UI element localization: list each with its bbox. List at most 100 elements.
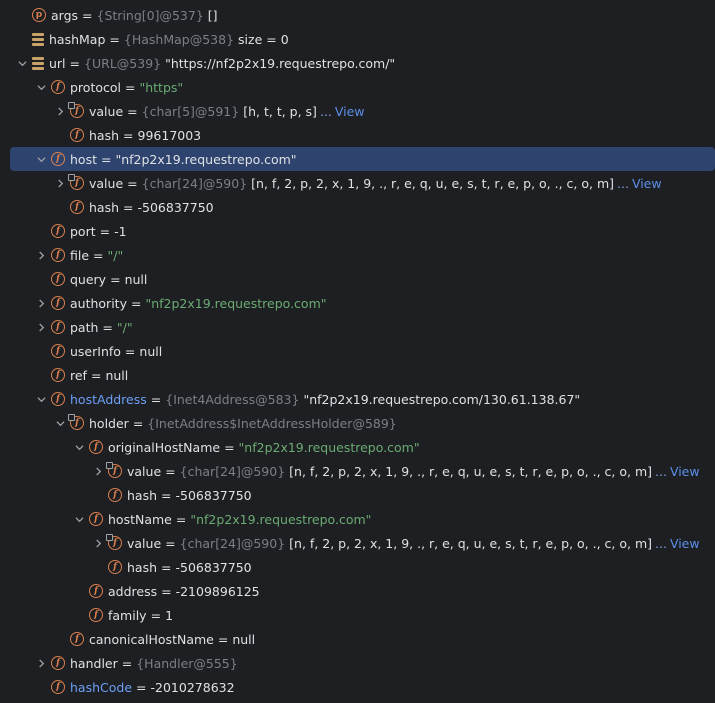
chevron-right-icon[interactable] — [33, 655, 49, 671]
tree-row-port[interactable]: f port = -1 — [0, 219, 715, 243]
chevron-right-icon[interactable] — [52, 175, 68, 191]
field-icon: f — [51, 344, 65, 358]
arrow-spacer — [33, 223, 49, 239]
tree-row-protocol-value[interactable]: f value = {char[5]@591} [h, t, t, p, s]... Vi… — [0, 99, 715, 123]
equals-sign: = — [150, 391, 162, 407]
equals-sign: = — [132, 415, 144, 431]
tree-row-host-value[interactable]: f value = {char[24]@590} [n, f, 2, p, 2, x, … — [0, 171, 715, 195]
field-name: hashCode — [70, 679, 133, 695]
field-name: hash — [127, 559, 158, 575]
view-link[interactable]: View — [632, 176, 662, 191]
field-icon: f — [51, 272, 65, 286]
field-name: hostName — [108, 511, 172, 527]
field-icon: f — [51, 656, 65, 670]
arrow-spacer — [33, 271, 49, 287]
private-field-icon: f — [106, 462, 122, 478]
chevron-down-icon[interactable] — [33, 151, 49, 167]
field-name: canonicalHostName — [89, 631, 214, 647]
field-value: null — [139, 343, 163, 359]
arrow-spacer — [90, 559, 106, 575]
tree-row-ref[interactable]: f ref = null — [0, 363, 715, 387]
variable-icon — [32, 56, 44, 70]
tree-row-family[interactable]: f family = 1 — [0, 603, 715, 627]
view-link[interactable]: View — [670, 536, 700, 551]
field-name: value — [127, 535, 162, 551]
type-label: {InetAddress$InetAddressHolder@589} — [147, 415, 397, 431]
chevron-right-icon[interactable] — [33, 247, 49, 263]
tree-row-hn-value[interactable]: f value = {char[24]@590} [n, f, 2, p, 2, x, … — [0, 531, 715, 555]
tree-row-holder[interactable]: f holder = {InetAddress$InetAddressHolder@5… — [0, 411, 715, 435]
chevron-down-icon[interactable] — [71, 439, 87, 455]
tree-row-hostName[interactable]: f hostName = "nf2p2x19.requestrepo.com" — [0, 507, 715, 531]
tree-row-hashMap[interactable]: hashMap = {HashMap@538} size = 0 — [0, 27, 715, 51]
arrow-spacer — [33, 367, 49, 383]
arrow-spacer — [71, 583, 87, 599]
tree-row-address[interactable]: f address = -2109896125 — [0, 579, 715, 603]
equals-sign: = — [109, 31, 120, 47]
tree-row-canonicalHostName[interactable]: f canonicalHostName = null — [0, 627, 715, 651]
arrow-spacer — [33, 343, 49, 359]
field-value: [n, f, 2, p, 2, x, 1, 9, ., r, e, q, u, … — [289, 535, 653, 551]
chevron-down-icon[interactable] — [14, 55, 30, 71]
equals-sign: = — [130, 295, 142, 311]
tree-row-ohn-hash[interactable]: f hash = -506837750 — [0, 483, 715, 507]
field-name: userInfo — [70, 343, 121, 359]
field-name: hash — [89, 127, 120, 143]
tree-row-handler[interactable]: f handler = {Handler@555} — [0, 651, 715, 675]
field-name: value — [127, 463, 162, 479]
tree-row-file[interactable]: f file = "/" — [0, 243, 715, 267]
chevron-right-icon[interactable] — [33, 295, 49, 311]
tree-row-query[interactable]: f query = null — [0, 267, 715, 291]
field-name: hash — [89, 199, 120, 215]
chevron-right-icon[interactable] — [33, 319, 49, 335]
equals-sign: = — [217, 631, 229, 647]
type-label: {char[24]@590} — [141, 175, 248, 191]
tree-row-hn-hash[interactable]: f hash = -506837750 — [0, 555, 715, 579]
type-label: {URL@539} — [84, 55, 162, 71]
tree-row-host[interactable]: f host = "nf2p2x19.requestrepo.com" — [10, 147, 715, 171]
chevron-down-icon[interactable] — [71, 511, 87, 527]
equals-sign: = — [69, 55, 81, 71]
field-icon: f — [89, 440, 103, 454]
field-name: authority — [70, 295, 127, 311]
tree-row-userInfo[interactable]: f userInfo = null — [0, 339, 715, 363]
field-name: port — [70, 223, 96, 239]
tree-row-hostAddress[interactable]: f hostAddress = {Inet4Address@583} "nf2p2x19… — [0, 387, 715, 411]
ellipsis: ... — [319, 103, 332, 119]
field-value: "nf2p2x19.requestrepo.com" — [190, 511, 372, 527]
tree-row-hashCode[interactable]: f hashCode = -2010278632 — [0, 675, 715, 699]
field-value: [n, f, 2, p, 2, x, 1, 9, ., r, e, q, u, … — [251, 175, 615, 191]
equals-sign: = — [127, 175, 138, 191]
field-name: protocol — [70, 79, 121, 95]
field-name: holder — [89, 415, 129, 431]
tree-row-authority[interactable]: f authority = "nf2p2x19.requestrepo.com" — [0, 291, 715, 315]
equals-sign: = — [121, 655, 133, 671]
tree-row-url[interactable]: url = {URL@539} "https://nf2p2x19.requestre… — [0, 51, 715, 75]
field-name: hostAddress — [70, 391, 147, 407]
chevron-down-icon[interactable] — [33, 391, 49, 407]
arrow-spacer — [33, 679, 49, 695]
tree-row-path[interactable]: f path = "/" — [0, 315, 715, 339]
tree-row-args[interactable]: p args = {String[0]@537}[] — [0, 3, 715, 27]
view-link[interactable]: View — [335, 104, 365, 119]
field-name: value — [89, 103, 124, 119]
chevron-right-icon[interactable] — [90, 463, 106, 479]
tree-row-originalHostName[interactable]: f originalHostName = "nf2p2x19.requestrepo.… — [0, 435, 715, 459]
type-label: {char[24]@590} — [179, 535, 286, 551]
chevron-right-icon[interactable] — [90, 535, 106, 551]
tree-row-host-hash[interactable]: f hash = -506837750 — [0, 195, 715, 219]
chevron-down-icon[interactable] — [52, 415, 68, 431]
tree-row-ohn-value[interactable]: f value = {char[24]@590} [n, f, 2, p, 2, x, … — [0, 459, 715, 483]
field-value: "/" — [107, 247, 124, 263]
field-icon: f — [70, 200, 84, 214]
equals-sign: = — [150, 607, 162, 623]
chevron-right-icon[interactable] — [52, 103, 68, 119]
tree-row-protocol[interactable]: f protocol = "https" — [0, 75, 715, 99]
view-link[interactable]: View — [670, 464, 700, 479]
field-name: family — [108, 607, 147, 623]
type-label: {char[5]@591} — [141, 103, 240, 119]
chevron-down-icon[interactable] — [33, 79, 49, 95]
equals-sign: = — [127, 103, 138, 119]
tree-row-protocol-hash[interactable]: f hash = 99617003 — [0, 123, 715, 147]
field-icon: f — [89, 584, 103, 598]
